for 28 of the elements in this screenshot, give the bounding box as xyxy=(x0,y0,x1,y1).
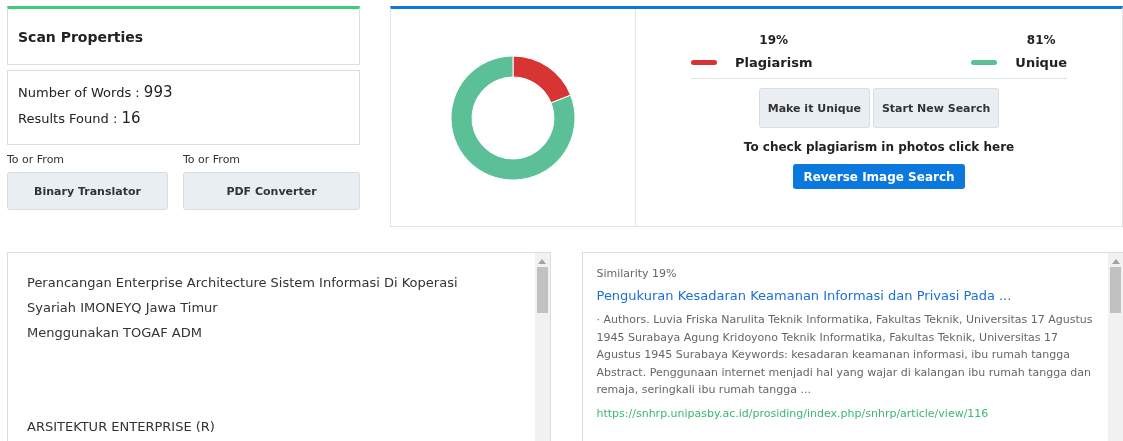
legend-label: Unique xyxy=(1015,55,1067,70)
action-button[interactable]: Start New Search xyxy=(872,88,1000,128)
match-title-link[interactable]: Pengukuran Kesadaran Keamanan Informasi dan Privasi Pada ... xyxy=(596,288,1094,303)
stat-text: Number of Words : 993 xyxy=(18,83,174,101)
scroll-up-icon[interactable] xyxy=(1111,259,1120,264)
document-heading: ARSITEKTUR ENTERPRISE (R) xyxy=(27,419,216,434)
stat-text: Results Found : 16 xyxy=(18,109,142,127)
legend-label: Plagiarism xyxy=(735,55,813,70)
percent-value: 81% xyxy=(1025,33,1057,47)
match-snippet: · Authors. Luvia Friska Narulita Teknik Informatika, Fakultas Teknik, Universitas 17 Agustus 1945 Surabaya Agung Kridoyono Teknik Informatika, Fakultas Teknik, Universitas 17 Agustus 1945 Surabaya Keywords: kesadaran keamanan informasi, ibu rumah tangga Abstract. Penggunaan internet menjadi hal yang wajar di kalangan ibu rumah tangga dan remaja, seringkali ibu rumah tangga ... xyxy=(596,312,1094,398)
scrollbar-thumb[interactable] xyxy=(1110,267,1121,313)
scrollbar[interactable] xyxy=(1108,253,1123,441)
reverse-image-search-button[interactable]: Reverse Image Search xyxy=(793,164,965,189)
document-line: Menggunakan TOGAF ADM xyxy=(27,324,203,342)
scroll-up-icon[interactable] xyxy=(538,259,546,264)
tool-caption: To or From xyxy=(7,153,66,166)
percent-value: 19% xyxy=(758,33,790,47)
photo-hint: To check plagiarism in photos click here xyxy=(743,140,1015,154)
action-button[interactable]: Make it Unique xyxy=(758,88,870,128)
tool-button[interactable]: PDF Converter xyxy=(183,172,360,210)
similarity-label: Similarity 19% xyxy=(596,267,678,280)
scrollbar-thumb[interactable] xyxy=(536,267,548,313)
document-line: Perancangan Enterprise Architecture Sistem Informasi Di Koperasi xyxy=(27,274,459,292)
document-line: Syariah IMONEYQ Jawa Timur xyxy=(27,299,219,317)
tool-button[interactable]: Binary Translator xyxy=(7,172,168,210)
scrollbar[interactable] xyxy=(534,253,550,441)
panel-title: Scan Properties xyxy=(7,6,360,65)
tool-caption: To or From xyxy=(183,153,242,166)
